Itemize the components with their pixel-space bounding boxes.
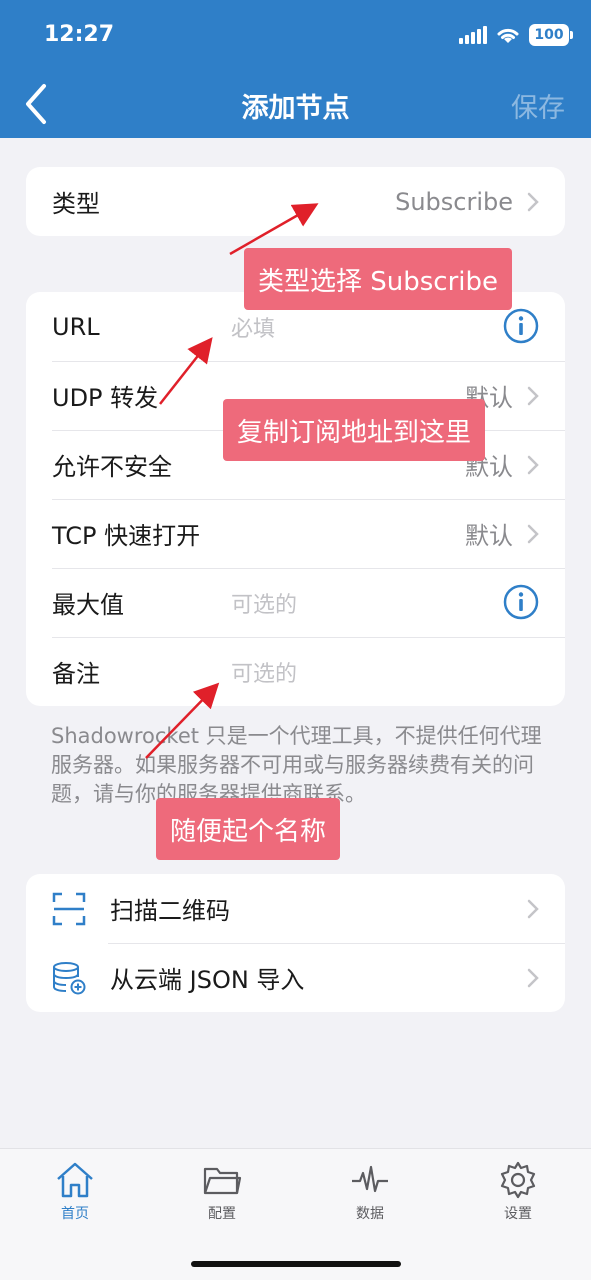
url-input[interactable]: 必填 [231, 311, 275, 343]
database-add-icon [53, 961, 86, 994]
qr-scan-icon [52, 892, 86, 925]
signal-icon [459, 26, 487, 44]
pulse-icon [352, 1165, 388, 1193]
tfo-value: 默认 [465, 522, 513, 550]
gear-icon [500, 1161, 536, 1199]
tab-config[interactable]: 配置 [182, 1161, 262, 1223]
tfo-label: TCP 快速打开 [52, 522, 201, 550]
status-icons: 100 [459, 24, 573, 46]
type-label: 类型 [52, 190, 100, 218]
form-card: URL 必填 UDP 转发 默认 允许不安全 默认 TCP 快速打开 默认 最大… [26, 292, 565, 706]
chevron-right-icon [527, 192, 539, 212]
chevron-right-icon [527, 968, 539, 988]
cloud-json-label: 从云端 JSON 导入 [110, 966, 305, 994]
insecure-label: 允许不安全 [52, 453, 172, 481]
save-button[interactable]: 保存 [511, 86, 565, 125]
tab-config-label: 配置 [208, 1206, 236, 1222]
tab-home[interactable]: 首页 [35, 1161, 115, 1223]
remark-label: 备注 [52, 660, 100, 688]
battery-icon: 100 [529, 24, 573, 46]
info-icon[interactable] [503, 584, 539, 620]
home-icon [57, 1162, 93, 1198]
type-row[interactable]: 类型 Subscribe [26, 167, 565, 236]
remark-row[interactable]: 备注 可选的 [26, 637, 565, 706]
udp-label: UDP 转发 [52, 384, 159, 412]
annotation-remark: 随便起个名称 [156, 798, 341, 860]
chevron-right-icon [527, 524, 539, 544]
tab-home-label: 首页 [61, 1206, 89, 1222]
folder-icon [203, 1167, 242, 1195]
status-time: 12:27 [44, 22, 115, 47]
tab-data-label: 数据 [356, 1206, 384, 1222]
chevron-right-icon [527, 899, 539, 919]
tab-settings[interactable]: 设置 [478, 1161, 558, 1223]
max-input[interactable]: 可选的 [231, 587, 297, 619]
max-row[interactable]: 最大值 可选的 [26, 568, 565, 637]
type-value: Subscribe [395, 187, 513, 216]
tab-settings-label: 设置 [504, 1206, 532, 1222]
navigation-bar: 12:27 100 添加节点 保存 [0, 0, 591, 138]
scan-qr-label: 扫描二维码 [110, 897, 230, 925]
info-icon[interactable] [503, 308, 539, 344]
remark-input[interactable]: 可选的 [231, 656, 297, 688]
wifi-icon [497, 28, 519, 43]
tfo-row[interactable]: TCP 快速打开 默认 [26, 499, 565, 568]
annotation-type: 类型选择 Subscribe [244, 248, 513, 310]
page-title: 添加节点 [241, 93, 350, 124]
chevron-right-icon [527, 455, 539, 475]
disclaimer-text: Shadowrocket 只是一个代理工具，不提供任何代理服务器。如果服务器不可… [51, 724, 542, 806]
max-label: 最大值 [52, 591, 124, 619]
type-card: 类型 Subscribe [26, 167, 565, 236]
import-card: 扫描二维码 从云端 JSON 导入 [26, 874, 565, 1012]
chevron-right-icon [527, 386, 539, 406]
cloud-json-row[interactable]: 从云端 JSON 导入 [26, 943, 565, 1012]
home-indicator [191, 1261, 401, 1267]
scan-qr-row[interactable]: 扫描二维码 [26, 874, 565, 943]
tab-data[interactable]: 数据 [330, 1161, 410, 1223]
url-label: URL [52, 312, 100, 341]
annotation-url: 复制订阅地址到这里 [223, 399, 486, 461]
